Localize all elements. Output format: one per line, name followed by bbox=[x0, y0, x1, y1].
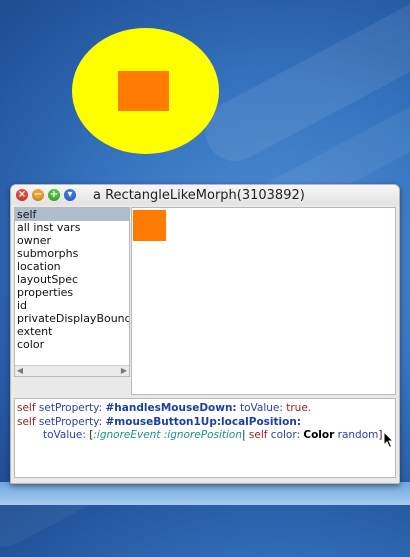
field-item-submorphs[interactable]: submorphs bbox=[15, 247, 129, 260]
field-item-owner[interactable]: owner bbox=[15, 234, 129, 247]
code-keyword: toValue: bbox=[239, 402, 283, 414]
minimize-button[interactable]: − bbox=[32, 189, 44, 201]
code-selector: setProperty: bbox=[38, 402, 103, 414]
field-item-id[interactable]: id bbox=[15, 299, 129, 312]
scroll-left-icon[interactable]: ◀ bbox=[15, 366, 25, 376]
code-symbol: #mouseButton1Up:localPosition: bbox=[105, 416, 302, 428]
code-editor[interactable]: self setProperty: #handlesMouseDown: toV… bbox=[14, 398, 396, 478]
field-item-location[interactable]: location bbox=[15, 260, 129, 273]
code-line-3: toValue: [:ignoreEvent :ignorePosition| … bbox=[43, 429, 386, 441]
code-block-bar: | bbox=[242, 429, 246, 441]
scroll-right-icon[interactable]: ▶ bbox=[119, 366, 129, 376]
code-symbol: #handlesMouseDown: bbox=[105, 402, 237, 414]
field-item-self[interactable]: self bbox=[15, 208, 129, 221]
inspector-field-list[interactable]: self all inst vars owner submorphs locat… bbox=[14, 207, 130, 377]
field-item-layoutspec[interactable]: layoutSpec bbox=[15, 273, 129, 286]
window-menu-button[interactable]: ▾ bbox=[64, 189, 76, 201]
code-literal: true. bbox=[286, 402, 312, 414]
horizontal-scrollbar[interactable]: ◀ ▶ bbox=[15, 365, 129, 376]
code-selector: setProperty: bbox=[38, 416, 103, 428]
field-item-properties[interactable]: properties bbox=[15, 286, 129, 299]
inspector-window: × − + ▾ a RectangleLikeMorph(3103892) se… bbox=[10, 184, 400, 484]
window-titlebar[interactable]: × − + ▾ a RectangleLikeMorph(3103892) bbox=[11, 185, 399, 205]
wallpaper-bottom bbox=[0, 482, 410, 505]
rectangle-morph-preview bbox=[133, 210, 166, 241]
field-item-extent[interactable]: extent bbox=[15, 325, 129, 338]
maximize-button[interactable]: + bbox=[48, 189, 60, 201]
code-message: random bbox=[337, 429, 379, 441]
orange-rectangle-morph[interactable] bbox=[118, 71, 169, 111]
field-item-all-inst-vars[interactable]: all inst vars bbox=[15, 221, 129, 234]
close-button[interactable]: × bbox=[16, 189, 28, 201]
window-title: a RectangleLikeMorph(3103892) bbox=[93, 188, 305, 203]
code-receiver: self bbox=[17, 402, 36, 414]
code-keyword: toValue: bbox=[43, 429, 86, 441]
field-item-color[interactable]: color bbox=[15, 338, 129, 351]
code-receiver: self bbox=[248, 429, 268, 441]
code-line-1: self setProperty: #handlesMouseDown: toV… bbox=[17, 402, 311, 414]
code-line-2: self setProperty: #mouseButton1Up:localP… bbox=[17, 416, 301, 428]
value-pane[interactable] bbox=[131, 207, 396, 395]
code-class-name: Color bbox=[303, 429, 335, 441]
code-receiver: self bbox=[17, 416, 36, 428]
code-block-args: :ignoreEvent :ignorePosition bbox=[93, 429, 243, 441]
field-item-privatedisplaybounds[interactable]: privateDisplayBounds bbox=[15, 312, 129, 325]
code-selector: color: bbox=[270, 429, 301, 441]
arrow-cursor-icon bbox=[383, 431, 395, 449]
